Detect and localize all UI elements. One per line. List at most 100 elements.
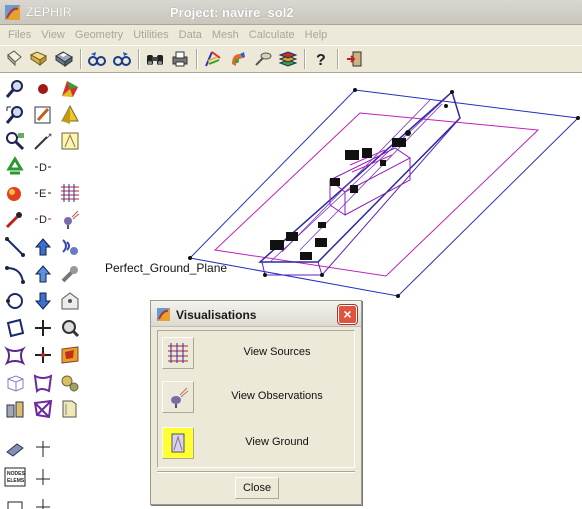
menu-view[interactable]: View — [36, 29, 70, 41]
toolbar-separator — [337, 49, 339, 69]
grid-line-icon — [36, 441, 50, 457]
ground-view-tool[interactable] — [57, 128, 83, 154]
zoom-in-icon — [5, 80, 23, 98]
arrow-up-2-tool[interactable] — [30, 261, 56, 287]
antenna-icon — [62, 239, 78, 255]
wrench-tool[interactable] — [57, 261, 83, 287]
open-button[interactable] — [27, 47, 51, 71]
rectangle-tool[interactable] — [2, 494, 28, 509]
dimension-d-tool[interactable]: D — [30, 154, 56, 180]
settings-tool[interactable] — [57, 370, 83, 396]
print-button[interactable] — [168, 47, 192, 71]
ground-plane-icon — [171, 433, 185, 453]
dialog-title-bar[interactable]: Visualisations × — [151, 301, 361, 327]
menu-files[interactable]: Files — [3, 29, 36, 41]
map-icon — [61, 346, 79, 364]
zoom-select-tool[interactable] — [2, 128, 28, 154]
mesh-warp-tool[interactable] — [30, 370, 56, 396]
recycle-tool[interactable] — [2, 154, 28, 180]
new-file-button[interactable] — [2, 47, 26, 71]
line-tool[interactable] — [2, 234, 28, 260]
paint-button[interactable] — [226, 47, 250, 71]
view-ground-label: View Ground — [245, 436, 309, 448]
dimension-d2-tool[interactable]: D — [30, 206, 56, 232]
book-tool[interactable] — [57, 396, 83, 422]
menu-help[interactable]: Help — [300, 29, 333, 41]
polygon-icon — [6, 318, 25, 338]
paint-icon — [232, 52, 245, 66]
antenna-tool[interactable] — [57, 234, 83, 260]
dimension-e-tool[interactable]: E — [30, 180, 56, 206]
exit-button[interactable] — [342, 47, 366, 71]
observation-tool[interactable] — [57, 206, 83, 232]
view-sources-button[interactable] — [162, 337, 194, 369]
surface-tool[interactable] — [2, 342, 28, 368]
tool-palette: NODES ELEMS ↗ D E D — [0, 74, 86, 509]
layers-button[interactable] — [276, 47, 300, 71]
color-map-tool[interactable] — [57, 76, 83, 102]
cylinder-tool[interactable] — [2, 396, 28, 422]
tag-icon — [61, 292, 79, 310]
layers-icon — [278, 51, 298, 67]
eraser-tool[interactable] — [2, 436, 28, 462]
mesh-surface-icon — [33, 399, 53, 419]
save-button[interactable] — [52, 47, 76, 71]
dialog-separator — [157, 471, 355, 473]
box-tool[interactable] — [2, 370, 28, 396]
link-right-button[interactable] — [110, 47, 134, 71]
shade-tool[interactable] — [2, 180, 28, 206]
arrow-down-tool[interactable] — [30, 288, 56, 314]
binoculars-button[interactable] — [143, 47, 167, 71]
dialog-body: View Sources View Observations View Grou… — [157, 330, 355, 468]
point-tool[interactable] — [30, 76, 56, 102]
dimension-e-icon: E — [35, 188, 51, 200]
spectrum-button[interactable] — [201, 47, 225, 71]
close-button[interactable]: Close — [235, 477, 279, 499]
wand-tool[interactable]: ↗ — [30, 128, 56, 154]
menu-utilities[interactable]: Utilities — [128, 29, 173, 41]
grid-2-tool[interactable] — [30, 464, 56, 490]
svg-text:ELEMS: ELEMS — [7, 478, 25, 484]
mesh-surface-tool[interactable] — [30, 396, 56, 422]
grid-3-tool[interactable] — [30, 494, 56, 509]
arc-tool[interactable] — [2, 261, 28, 287]
inspect-tool[interactable] — [57, 315, 83, 341]
view-observations-button[interactable] — [162, 381, 194, 413]
map-tool[interactable] — [57, 342, 83, 368]
color-map-icon — [62, 81, 78, 97]
pyramid-tool[interactable] — [57, 102, 83, 128]
wrench-icon — [61, 266, 78, 283]
sphere-shade-icon — [7, 187, 21, 201]
menu-data[interactable]: Data — [174, 29, 207, 41]
arc-icon — [5, 266, 25, 284]
polygon-tool[interactable] — [2, 315, 28, 341]
help-button[interactable]: ? — [309, 47, 333, 71]
cross-red-tool[interactable] — [30, 342, 56, 368]
menu-mesh[interactable]: Mesh — [207, 29, 244, 41]
zoom-select-icon — [6, 132, 25, 151]
magic-wand-icon: ↗ — [34, 131, 53, 150]
sources-grid-tool[interactable] — [57, 180, 83, 206]
cross-tool[interactable] — [30, 315, 56, 341]
edit-tool[interactable] — [30, 102, 56, 128]
grid-tool[interactable] — [30, 436, 56, 462]
zoom-in-tool[interactable] — [2, 76, 28, 102]
view-sources-row: View Sources — [158, 333, 354, 373]
dimension-d-icon: D — [35, 162, 51, 174]
svg-text:?: ? — [316, 52, 326, 69]
nodes-elems-tool[interactable]: NODES ELEMS — [2, 464, 28, 490]
circle-tool[interactable] — [2, 288, 28, 314]
tag-tool[interactable] — [57, 288, 83, 314]
dialog-close-icon[interactable]: × — [338, 305, 357, 324]
link-left-button[interactable] — [85, 47, 109, 71]
toolbar-separator — [80, 49, 82, 69]
main-toolbar: ? — [0, 45, 582, 73]
menu-geometry[interactable]: Geometry — [70, 29, 128, 41]
probe-button[interactable] — [251, 47, 275, 71]
pointer-tool[interactable] — [2, 206, 28, 232]
view-ground-button[interactable] — [162, 427, 194, 459]
menu-calculate[interactable]: Calculate — [244, 29, 300, 41]
arrow-up-tool[interactable] — [30, 234, 56, 260]
zoom-out-tool[interactable] — [2, 102, 28, 128]
pyramid-icon — [61, 104, 79, 124]
